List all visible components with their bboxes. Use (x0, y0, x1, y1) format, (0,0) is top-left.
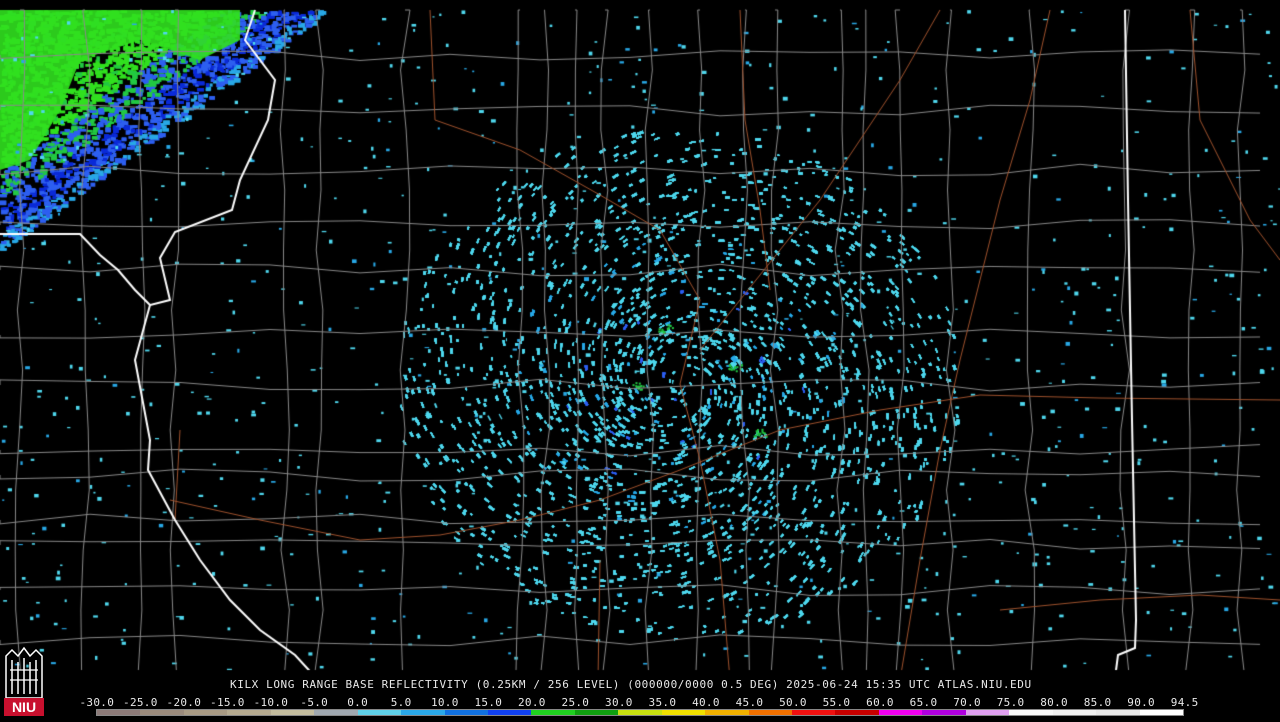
colorbar-tick-label: 10.0 (430, 696, 459, 709)
colorbar-tick-label: 35.0 (648, 696, 677, 709)
radar-map (0, 0, 1280, 720)
colorbar-segment (965, 710, 1010, 715)
colorbar-segment (661, 710, 706, 715)
colorbar-segment (792, 710, 836, 715)
product-caption: KILX LONG RANGE BASE REFLECTIVITY (0.25K… (230, 678, 1032, 691)
colorbar-segment (270, 710, 315, 715)
colorbar-segment (357, 710, 402, 715)
colorbar-segment (1096, 710, 1140, 715)
colorbar-tick-label: 75.0 (996, 696, 1025, 709)
colorbar-tick-label: 70.0 (953, 696, 981, 709)
colorbar-tick-label: -30.0 (79, 696, 115, 709)
colorbar-segment (574, 710, 619, 715)
colorbar-tick-label: 5.0 (390, 696, 412, 709)
colorbar-tick-label: 20.0 (518, 696, 546, 709)
colorbar-segment (183, 710, 228, 715)
colorbar-segment (748, 710, 792, 715)
colorbar-segment (922, 710, 966, 715)
colorbar-tick-label: 85.0 (1083, 696, 1112, 709)
colorbar-tick-label: 40.0 (692, 696, 720, 709)
colorbar-segment (618, 710, 662, 715)
colorbar-segment (878, 710, 923, 715)
colorbar-segment (227, 710, 271, 715)
colorbar-tick-label: 94.5 (1170, 696, 1199, 709)
colorbar-tick-label: 50.0 (779, 696, 807, 709)
colorbar-segment (835, 710, 879, 715)
colorbar-segment (140, 710, 184, 715)
colorbar-tick-label: -20.0 (166, 696, 202, 709)
colorbar-segment (1052, 710, 1097, 715)
colorbar-segment (401, 710, 445, 715)
colorbar-tick-label: 15.0 (474, 696, 503, 709)
colorbar-segment (705, 710, 749, 715)
colorbar-segment (1139, 710, 1183, 715)
colorbar-tick-label: -25.0 (123, 696, 158, 709)
colorbar (96, 709, 1184, 716)
colorbar-segment (97, 710, 141, 715)
colorbar-tick-label: 45.0 (735, 696, 764, 709)
colorbar-tick-label: 55.0 (822, 696, 851, 709)
colorbar-tick-label: 60.0 (866, 696, 894, 709)
colorbar-tick-label: 25.0 (561, 696, 590, 709)
colorbar-tick-label: -10.0 (253, 696, 289, 709)
colorbar-ticks: -30.0 -25.0 -20.0 -15.0 -10.0 -5.0 0.0 5.0 10.0 1… (0, 697, 1280, 709)
colorbar-tick-label: 65.0 (909, 696, 938, 709)
colorbar-segment (531, 710, 575, 715)
colorbar-segment (444, 710, 488, 715)
colorbar-tick-label: 0.0 (347, 696, 368, 709)
colorbar-segment (314, 710, 358, 715)
colorbar-segment (487, 710, 532, 715)
colorbar-tick-label: 90.0 (1127, 696, 1155, 709)
colorbar-segment (1009, 710, 1053, 715)
colorbar-tick-label: 80.0 (1040, 696, 1068, 709)
colorbar-tick-label: -15.0 (210, 696, 245, 709)
colorbar-tick-label: -5.0 (300, 696, 329, 709)
colorbar-tick-label: 30.0 (605, 696, 633, 709)
